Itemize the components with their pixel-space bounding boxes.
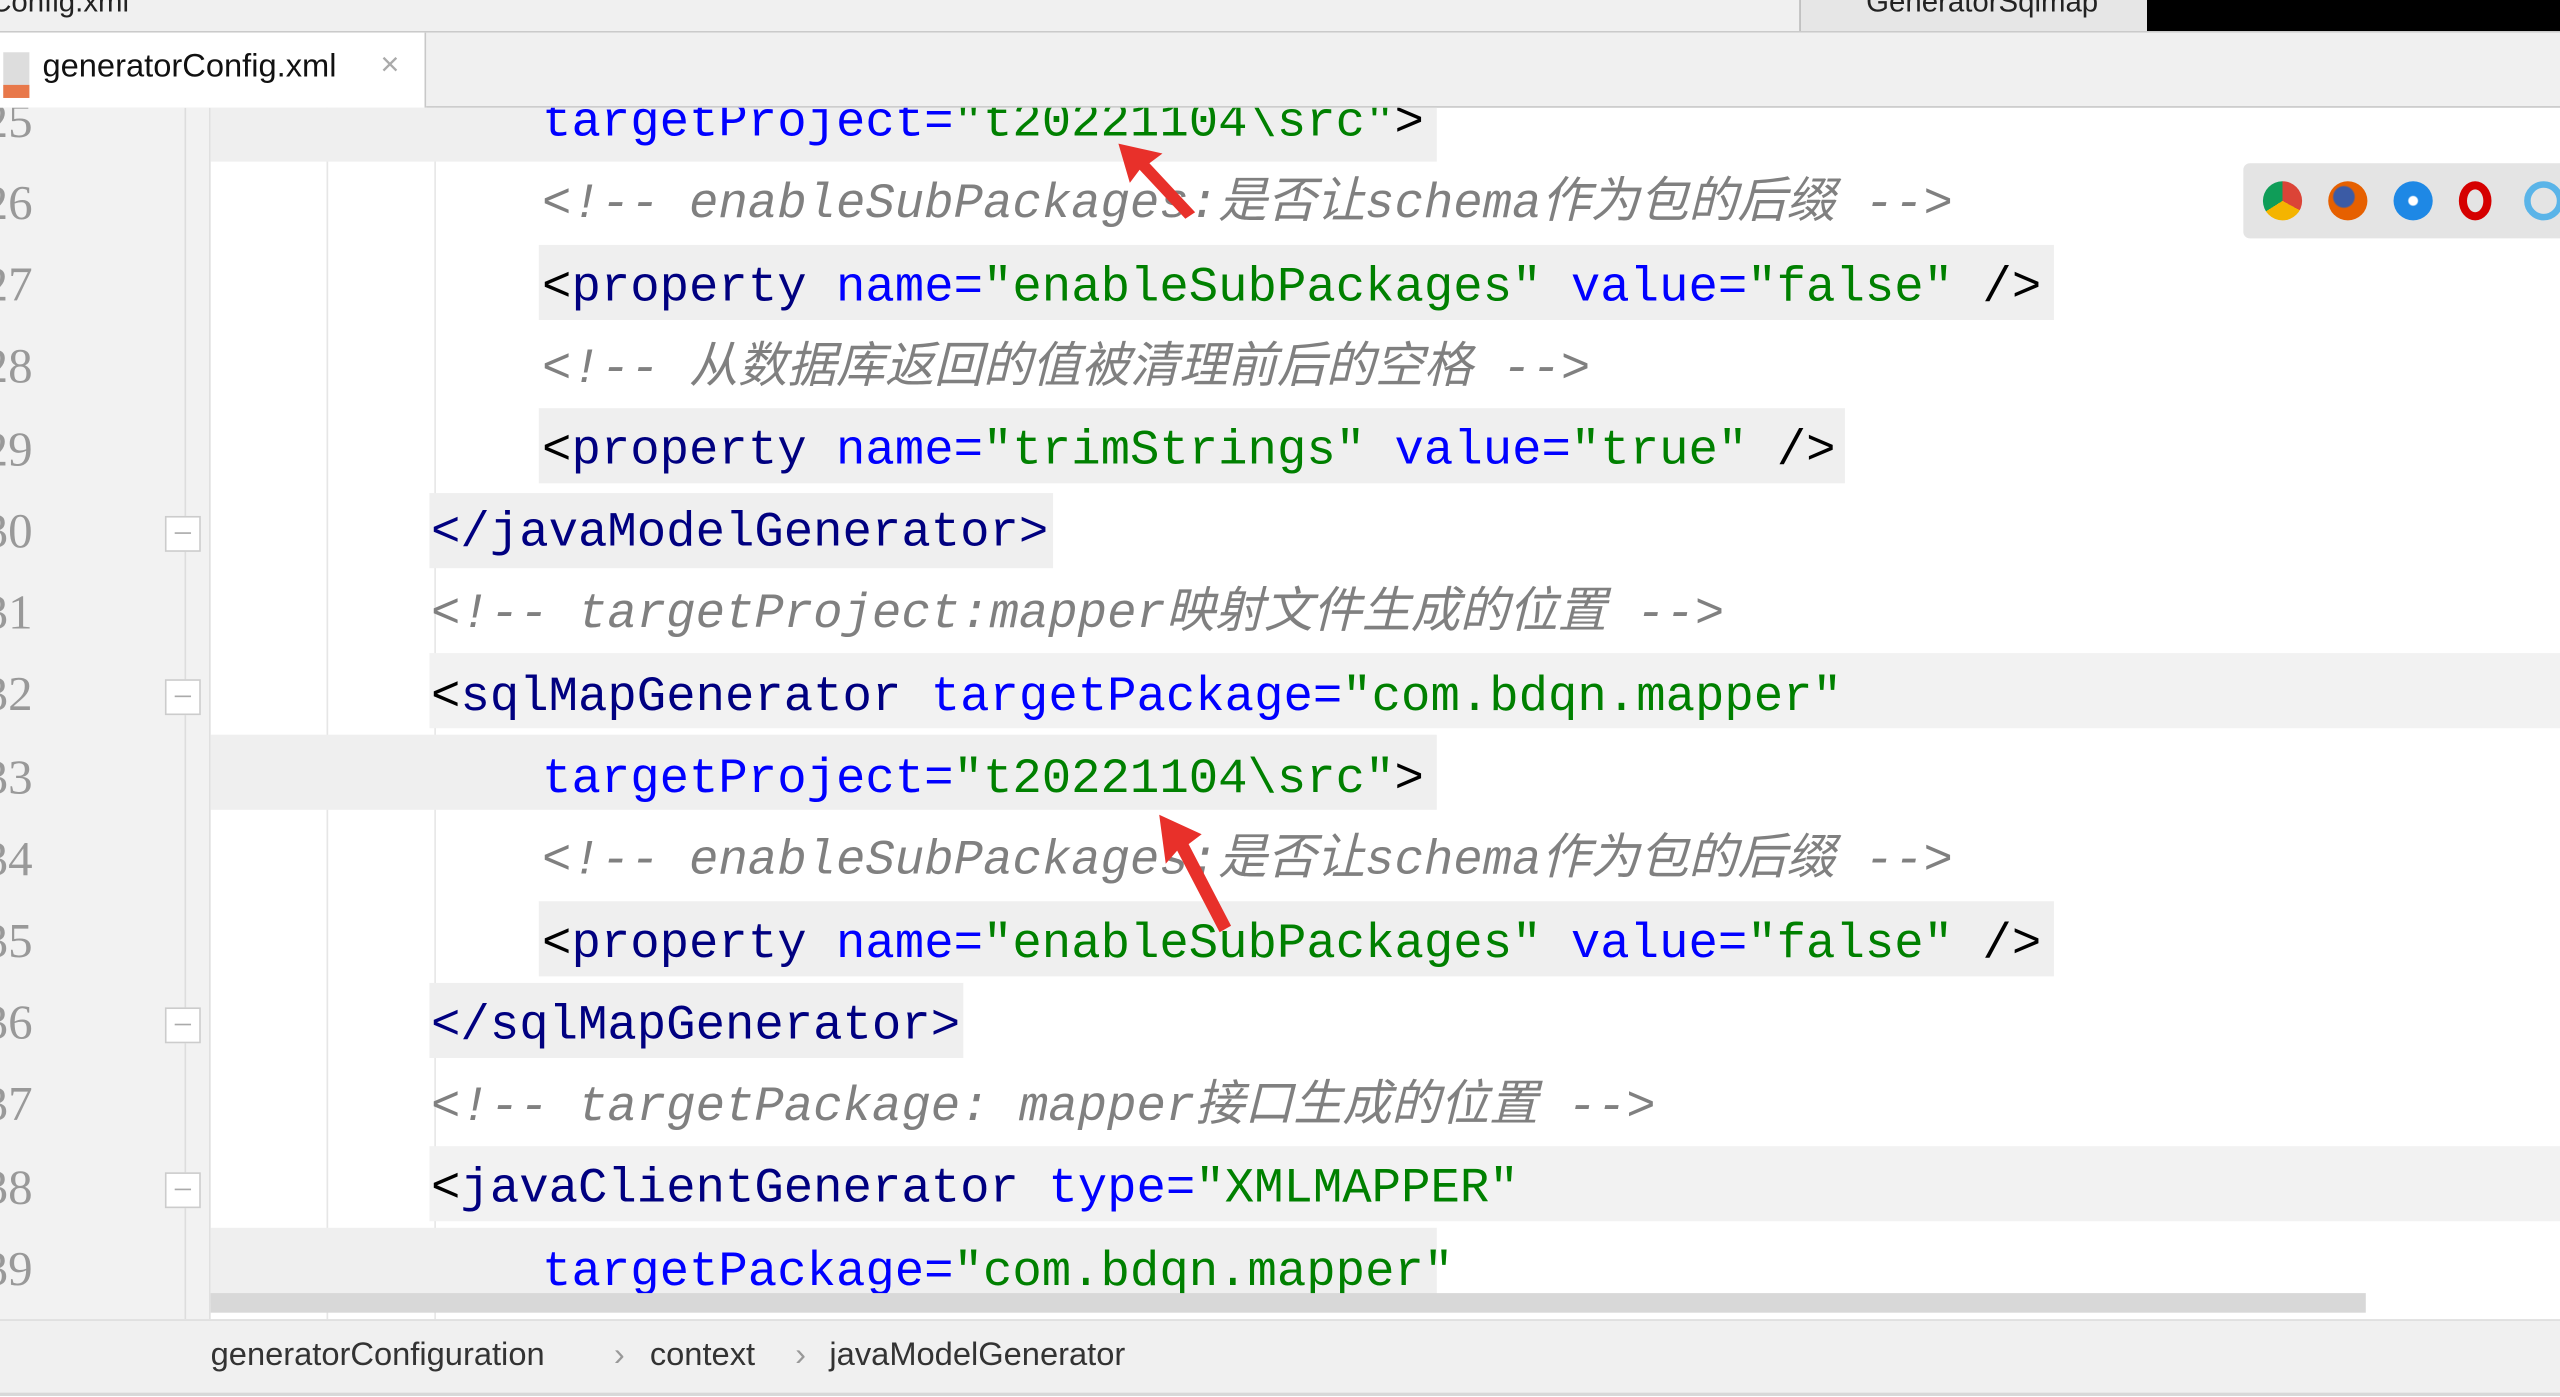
line-number: 35 (0, 914, 33, 969)
line-number: 32 (0, 667, 33, 722)
code-line-29: <property name="trimStrings" value="true… (542, 424, 1836, 481)
close-icon[interactable]: × (380, 47, 399, 85)
breadcrumb-separator: › (613, 1337, 625, 1374)
code-line-27: <property name="enableSubPackages" value… (542, 261, 2042, 317)
opera-icon[interactable] (2458, 181, 2492, 221)
code-line-35: <property name="enableSubPackages" value… (542, 917, 2042, 974)
code-editor[interactable]: 25 26 27 28 29 30 31 32 33 34 35 36 37 3… (0, 107, 2560, 1320)
code-line-32: <sqlMapGenerator targetPackage="com.bdqn… (431, 671, 1842, 727)
firefox-icon[interactable] (2328, 181, 2368, 221)
tab-label: generatorConfig.xml (42, 48, 337, 85)
browser-preview-bar (2243, 163, 2560, 239)
line-number: 36 (0, 995, 33, 1050)
line-number: 27 (0, 257, 33, 312)
line-number: 30 (0, 504, 33, 559)
top-tab-label: GeneratorSqlmap (1866, 0, 2099, 18)
xml-file-icon (3, 52, 30, 98)
horizontal-scrollbar[interactable] (210, 1293, 2366, 1313)
safari-icon[interactable] (2393, 181, 2433, 221)
line-number: 26 (0, 176, 33, 231)
code-line-31-comment: <!-- targetProject:mapper映射文件生成的位置 --> (431, 587, 1725, 644)
editor-tab-bar: generatorConfig.xml × (0, 32, 2560, 110)
code-line-30: </javaModelGenerator> (431, 506, 1049, 562)
breadcrumb: generatorConfiguration › context › javaM… (0, 1319, 2560, 1396)
line-number: 38 (0, 1160, 33, 1215)
line-number: 31 (0, 586, 33, 641)
ide-window: Config.xml GeneratorSqlmap generatorConf… (0, 0, 2560, 1397)
chrome-icon[interactable] (2262, 181, 2303, 221)
line-number: 29 (0, 422, 33, 477)
indent-guide (326, 107, 329, 1320)
breadcrumb-context[interactable]: context (650, 1337, 755, 1375)
breadcrumb-generatorconfiguration[interactable]: generatorConfiguration (211, 1337, 545, 1375)
red-arrow-annotation (1118, 143, 1196, 219)
code-line-33: targetProject="t20221104\src"> (542, 752, 1424, 809)
red-arrow-annotation (1159, 814, 1232, 933)
code-line-25: targetProject="t20221104\src"> (542, 107, 1424, 152)
code-line-37-comment: <!-- targetPackage: mapper接口生成的位置 --> (431, 1080, 1656, 1137)
fold-marker[interactable] (164, 1007, 201, 1044)
line-number: 39 (0, 1242, 33, 1297)
redacted-block (2147, 0, 2560, 32)
line-number: 28 (0, 339, 33, 394)
line-number: 34 (0, 832, 33, 887)
line-number: 33 (0, 751, 33, 805)
top-tab-config[interactable]: Config.xml (0, 0, 129, 20)
top-tab-generator-sqlmap[interactable]: GeneratorSqlmap (1799, 0, 2161, 32)
ie-icon[interactable] (2524, 181, 2560, 221)
breadcrumb-separator: › (795, 1337, 807, 1374)
code-line-36: </sqlMapGenerator> (431, 999, 961, 1055)
line-number: 25 (0, 107, 33, 149)
code-line-38: <javaClientGenerator type="XMLMAPPER" (431, 1162, 1519, 1218)
fold-marker[interactable] (164, 515, 201, 552)
line-number: 37 (0, 1077, 33, 1132)
fold-marker[interactable] (164, 1172, 201, 1209)
breadcrumb-javamodelgenerator[interactable]: javaModelGenerator (829, 1337, 1125, 1375)
code-line-28-comment: <!-- 从数据库返回的值被清理前后的空格 --> (542, 342, 1591, 399)
tab-generatorconfig-xml[interactable]: generatorConfig.xml × (0, 32, 427, 108)
fold-marker[interactable] (164, 679, 201, 716)
top-tab-bar: Config.xml GeneratorSqlmap (0, 0, 2560, 33)
code-line-26-comment: <!-- enableSubPackages:是否让schema作为包的后缀 -… (542, 177, 1953, 234)
